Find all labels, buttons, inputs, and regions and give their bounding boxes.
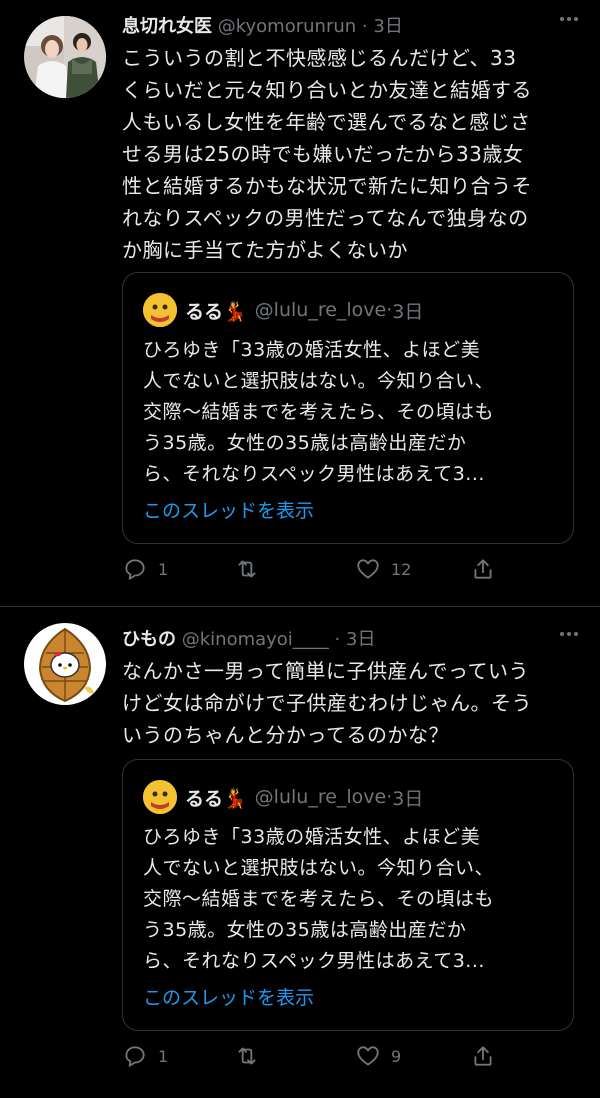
quoted-text-line: 交際〜結婚までを考えたら、その頃はも [143,401,495,423]
tweet-text-line: せる男は25の時でも嫌いだったから33歳女 [122,142,524,166]
more-dots-icon[interactable] [558,623,580,650]
quoted-text-line: ら、それなりスペック男性はあえて3... [143,463,485,485]
like-count: 12 [391,559,412,579]
reply-icon [125,559,145,580]
reply-count: 1 [158,559,169,579]
show-thread-link[interactable]: このスレッドを表示 [143,983,314,1010]
display-name[interactable]: 息切れ女医 [122,16,212,37]
quoted-text-line: う35歳。女性の35歳は高齢出産だか [143,432,467,454]
quoted-display-name: るる💃 [185,300,247,323]
quoted-user-handle: @lulu_re_love [254,299,387,321]
quoted-text-line: 人でないと選択肢はない。今知り合い、 [143,370,495,392]
separator-dot: · [334,629,341,650]
quoted-text-line: ひろゆき「33歳の婚活女性、よほど美 [143,339,481,361]
tweet-actions: 1 12 [122,556,522,586]
share-icon [474,559,492,579]
more-dots-icon[interactable] [558,8,580,35]
timestamp[interactable]: 3日 [346,629,375,650]
tweet-text-line: 人もいるし女性を年齢で選んでるなと感じさ [122,110,531,134]
tweet-header: ひもの @kinomayoi____ · 3日 [122,625,375,651]
reply-button[interactable]: 1 [122,1043,168,1069]
tweet-text-line: れなりスペックの男性だってなんで独身なの [122,206,529,230]
tweet[interactable]: ひもの @kinomayoi____ · 3日 なんかさ一男って簡単に子供産んで… [0,607,600,1098]
retweet-icon [238,560,256,578]
display-name[interactable]: ひもの [122,629,176,650]
tweet-text: なんかさ一男って簡単に子供産んでっていう けど女は命がけで子供産むわけじゃん。そ… [122,655,582,751]
quoted-text-line: 交際〜結婚までを考えたら、その頃はも [143,888,495,910]
avatar-illustration [24,623,106,705]
show-thread-link[interactable]: このスレッドを表示 [143,496,314,523]
avatar[interactable] [24,16,106,98]
like-count: 9 [391,1046,402,1066]
tweet-text-line: か胸に手当てた方がよくないか [122,238,408,262]
reply-button[interactable]: 1 [122,556,168,582]
quoted-avatar [143,780,177,814]
retweet-button[interactable] [234,1043,270,1069]
quoted-display-name: るる💃 [185,787,247,810]
tweet-text-line: けど女は命がけで子供産むわけじゃん。そう [122,691,532,715]
quoted-tweet[interactable]: るる💃 @lulu_re_love · 3日 ひろゆき「33歳の婚活女性、よほど… [122,272,574,544]
share-button[interactable] [470,556,496,582]
separator-dot: · [361,16,368,37]
user-handle[interactable]: @kyomorunrun [218,16,356,37]
share-button[interactable] [470,1043,496,1069]
tweet-text-line: なんかさ一男って簡単に子供産んでっていう [122,659,529,683]
quoted-text-line: う35歳。女性の35歳は高齢出産だか [143,919,467,941]
avatar-photo [24,16,106,98]
tweet-text-line: こういうの割と不快感感じるんだけど、33 [122,46,517,70]
timestamp[interactable]: 3日 [373,16,402,37]
quoted-tweet[interactable]: るる💃 @lulu_re_love · 3日 ひろゆき「33歳の婚活女性、よほど… [122,759,574,1031]
quoted-text-line: ら、それなりスペック男性はあえて3... [143,950,485,972]
quoted-tweet-header: るる💃 @lulu_re_love · 3日 [143,780,423,814]
quoted-text-line: 人でないと選択肢はない。今知り合い、 [143,857,495,879]
user-handle[interactable]: @kinomayoi____ [182,629,329,650]
quoted-text-line: ひろゆき「33歳の婚活女性、よほど美 [143,826,481,848]
heart-icon [357,1046,379,1066]
tweet-header: 息切れ女医 @kyomorunrun · 3日 [122,12,403,38]
reply-icon [125,1046,145,1067]
quoted-timestamp: 3日 [392,787,424,810]
tweet-text-line: いうのちゃんと分かってるのかな？ [122,723,449,747]
retweet-icon [238,1047,256,1065]
tweet-text-line: 性と結婚するかもな状況で新たに知り合うそ [122,174,532,198]
quoted-user-handle: @lulu_re_love [254,786,387,808]
quoted-tweet-text: ひろゆき「33歳の婚活女性、よほど美 人でないと選択肢はない。今知り合い、 交際… [143,822,548,977]
tweet-text: こういうの割と不快感感じるんだけど、33 くらいだと元々知り合いとか友達と結婚す… [122,42,582,266]
tweet[interactable]: 息切れ女医 @kyomorunrun · 3日 こういうの割と不快感感じるんだけ… [0,0,600,606]
tweet-text-line: くらいだと元々知り合いとか友達と結婚する [122,78,532,102]
quoted-tweet-header: るる💃 @lulu_re_love · 3日 [143,293,423,327]
quoted-tweet-text: ひろゆき「33歳の婚活女性、よほど美 人でないと選択肢はない。今知り合い、 交際… [143,335,548,490]
quoted-timestamp: 3日 [392,300,424,323]
avatar[interactable] [24,623,106,705]
heart-icon [357,559,379,579]
tweet-actions: 1 9 [122,1043,522,1073]
like-button[interactable]: 9 [355,1043,401,1069]
like-button[interactable]: 12 [355,556,411,582]
retweet-button[interactable] [234,556,270,582]
quoted-avatar [143,293,177,327]
share-icon [474,1046,492,1066]
reply-count: 1 [158,1046,169,1066]
